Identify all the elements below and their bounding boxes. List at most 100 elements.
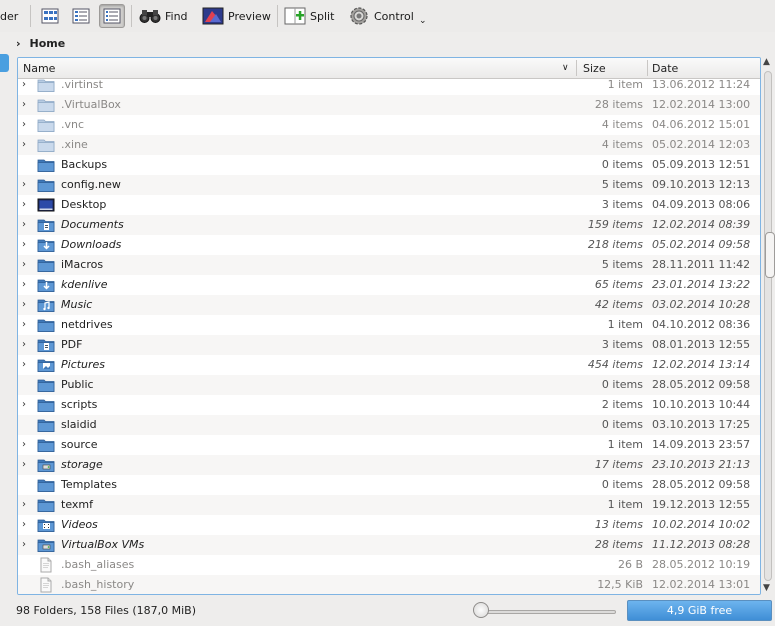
file-name: .bash_history: [61, 578, 135, 591]
file-size: 1 item: [607, 438, 643, 451]
expand-arrow-icon[interactable]: ›: [22, 119, 26, 130]
file-date: 12.02.2014 13:01: [652, 578, 751, 591]
table-row[interactable]: Backups 0 items 05.09.2013 12:51: [18, 155, 760, 175]
compact-view-button[interactable]: [68, 4, 94, 28]
expand-arrow-icon[interactable]: ›: [22, 279, 26, 290]
split-button[interactable]: Split: [284, 4, 334, 28]
table-row[interactable]: › iMacros 5 items 28.11.2011 11:42: [18, 255, 760, 275]
table-row[interactable]: › .xine 4 items 05.02.2014 12:03: [18, 135, 760, 155]
expand-arrow-icon[interactable]: ›: [22, 319, 26, 330]
file-name: .VirtualBox: [61, 98, 121, 111]
file-size: 1 item: [607, 78, 643, 91]
expand-arrow-icon[interactable]: ›: [22, 359, 26, 370]
expand-arrow-icon[interactable]: ›: [22, 459, 26, 470]
file-size: 5 items: [601, 258, 643, 271]
folder-icon: [37, 97, 55, 113]
details-view-button[interactable]: [99, 4, 125, 28]
table-row[interactable]: slaidid 0 items 03.10.2013 17:25: [18, 415, 760, 435]
column-date-header[interactable]: Date: [652, 58, 678, 78]
scrollbar-track[interactable]: [764, 71, 775, 581]
column-divider[interactable]: [647, 60, 648, 76]
expand-arrow-icon[interactable]: ›: [22, 399, 26, 410]
table-row[interactable]: Templates 0 items 28.05.2012 09:58: [18, 475, 760, 495]
table-row[interactable]: › PDF 3 items 08.01.2013 12:55: [18, 335, 760, 355]
folder-icon: [37, 477, 55, 493]
places-panel-edge: [0, 32, 10, 626]
table-row[interactable]: › Downloads 218 items 05.02.2014 09:58: [18, 235, 760, 255]
table-row[interactable]: › config.new 5 items 09.10.2013 12:13: [18, 175, 760, 195]
file-name: Downloads: [61, 238, 122, 251]
scroll-up-icon[interactable]: ▲: [763, 57, 770, 67]
expand-arrow-icon[interactable]: ›: [22, 199, 26, 210]
column-divider[interactable]: [576, 60, 577, 76]
file-name: texmf: [61, 498, 93, 511]
table-row[interactable]: .bash_history 12,5 KiB 12.02.2014 13:01: [18, 575, 760, 594]
file-size: 28 items: [594, 538, 643, 551]
preview-button[interactable]: Preview: [202, 4, 271, 28]
table-row[interactable]: › .vnc 4 items 04.06.2012 15:01: [18, 115, 760, 135]
zoom-slider-handle[interactable]: [473, 602, 489, 618]
icons-view-button[interactable]: [37, 4, 63, 28]
expand-arrow-icon[interactable]: ›: [22, 179, 26, 190]
file-name: PDF: [61, 338, 83, 351]
scroll-down-icon[interactable]: ▼: [763, 583, 770, 593]
table-row[interactable]: › Videos 13 items 10.02.2014 10:02: [18, 515, 760, 535]
file-name: kdenlive: [61, 278, 108, 291]
file-size: 2 items: [601, 398, 643, 411]
table-row[interactable]: › Documents 159 items 12.02.2014 08:39: [18, 215, 760, 235]
table-row[interactable]: › Pictures 454 items 12.02.2014 13:14: [18, 355, 760, 375]
expand-arrow-icon[interactable]: ›: [22, 539, 26, 550]
expand-arrow-icon[interactable]: ›: [22, 239, 26, 250]
breadcrumb[interactable]: › Home: [16, 35, 65, 51]
file-date: 13.06.2012 11:24: [652, 78, 751, 91]
places-selected-item[interactable]: [0, 54, 9, 72]
table-row[interactable]: › storage 17 items 23.10.2013 21:13: [18, 455, 760, 475]
expand-arrow-icon[interactable]: ›: [22, 259, 26, 270]
file-size: 218 items: [587, 238, 643, 251]
table-row[interactable]: › Desktop 3 items 04.09.2013 08:06: [18, 195, 760, 215]
file-size: 0 items: [601, 378, 643, 391]
table-row[interactable]: › kdenlive 65 items 23.01.2014 13:22: [18, 275, 760, 295]
table-row[interactable]: › .VirtualBox 28 items 12.02.2014 13:00: [18, 95, 760, 115]
chevron-down-icon[interactable]: ⌄: [419, 13, 427, 29]
expand-arrow-icon[interactable]: ›: [22, 79, 26, 90]
column-name-header[interactable]: Name: [23, 58, 55, 78]
table-row[interactable]: › VirtualBox VMs 28 items 11.12.2013 08:28: [18, 535, 760, 555]
folder-icon: [37, 317, 55, 333]
table-row[interactable]: › scripts 2 items 10.10.2013 10:44: [18, 395, 760, 415]
table-row[interactable]: › texmf 1 item 19.12.2013 12:55: [18, 495, 760, 515]
file-name: Videos: [61, 518, 98, 531]
sort-chevron-icon: ∨: [562, 63, 569, 73]
scrollbar-thumb[interactable]: [765, 232, 775, 278]
expand-arrow-icon[interactable]: ›: [22, 99, 26, 110]
table-row[interactable]: › Music 42 items 03.02.2014 10:28: [18, 295, 760, 315]
folder-icon: [37, 417, 55, 433]
file-name: iMacros: [61, 258, 104, 271]
file-date: 19.12.2013 12:55: [652, 498, 751, 511]
table-row[interactable]: › netdrives 1 item 04.10.2012 08:36: [18, 315, 760, 335]
table-row[interactable]: › source 1 item 14.09.2013 23:57: [18, 435, 760, 455]
expand-arrow-icon[interactable]: ›: [22, 439, 26, 450]
expand-arrow-icon[interactable]: ›: [22, 219, 26, 230]
find-button[interactable]: Find: [139, 4, 188, 28]
zoom-slider-track[interactable]: [478, 610, 616, 614]
vertical-scrollbar[interactable]: ▲ ▼: [762, 57, 775, 595]
file-list-view: › .virtinst 1 item 13.06.2012 11:24 › .Virtua…: [17, 57, 761, 595]
expand-arrow-icon[interactable]: ›: [22, 299, 26, 310]
new-folder-button-cut[interactable]: der: [0, 9, 18, 23]
breadcrumb-home[interactable]: Home: [30, 37, 66, 50]
file-date: 23.10.2013 21:13: [652, 458, 751, 471]
table-row[interactable]: Public 0 items 28.05.2012 09:58: [18, 375, 760, 395]
expand-arrow-icon[interactable]: ›: [22, 499, 26, 510]
file-date: 12.02.2014 08:39: [652, 218, 751, 231]
expand-arrow-icon[interactable]: ›: [22, 339, 26, 350]
file-size: 12,5 KiB: [597, 578, 643, 591]
column-size-header[interactable]: Size: [583, 58, 606, 78]
expand-arrow-icon[interactable]: ›: [22, 139, 26, 150]
table-row[interactable]: .bash_aliases 26 B 28.05.2012 10:19: [18, 555, 760, 575]
file-size: 3 items: [601, 198, 643, 211]
expand-arrow-icon[interactable]: ›: [22, 519, 26, 530]
file-date: 04.10.2012 08:36: [652, 318, 751, 331]
control-button[interactable]: Control: [348, 4, 414, 28]
compact-view-icon: [68, 4, 94, 28]
